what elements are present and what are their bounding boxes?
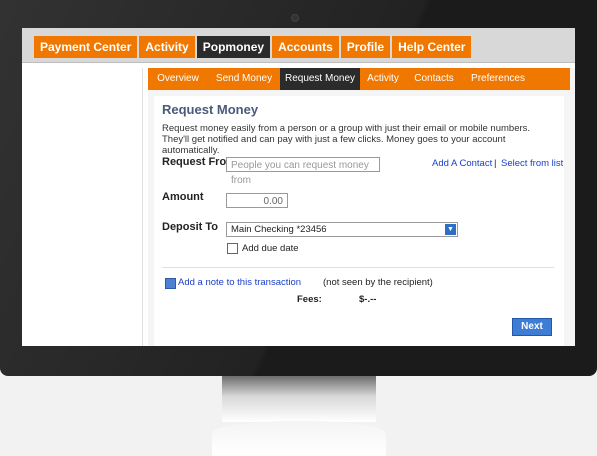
top-nav-accounts[interactable]: Accounts xyxy=(272,36,339,58)
top-nav-profile[interactable]: Profile xyxy=(340,36,391,58)
divider xyxy=(162,267,554,268)
top-nav-payment-center[interactable]: Payment Center xyxy=(34,36,138,58)
deposit-to-value: Main Checking *23456 xyxy=(231,224,327,235)
request-money-panel: Request Money Request money easily from … xyxy=(154,96,564,346)
sub-nav-overview[interactable]: Overview xyxy=(148,68,208,90)
main-content: Overview Send Money Request Money Activi… xyxy=(148,68,575,346)
due-date-checkbox[interactable] xyxy=(227,243,238,254)
deposit-to-select[interactable]: Main Checking *23456 ▼ xyxy=(226,222,458,237)
chevron-down-icon: ▼ xyxy=(445,224,456,235)
top-navigation: Payment Center Activity Popmoney Account… xyxy=(22,28,575,63)
due-date-label: Add due date xyxy=(242,243,299,254)
monitor-stand-neck xyxy=(222,376,376,422)
screen: Payment Center Activity Popmoney Account… xyxy=(22,28,575,346)
select-from-list-link[interactable]: Select from list xyxy=(501,158,563,169)
amount-input[interactable]: 0.00 xyxy=(226,193,288,208)
description: Request money easily from a person or a … xyxy=(162,123,531,156)
link-separator: | xyxy=(494,158,497,169)
fees-value: $-.-- xyxy=(359,294,377,305)
fees-label: Fees: xyxy=(297,294,322,305)
request-from-label: Request From xyxy=(162,156,236,168)
top-nav-activity[interactable]: Activity xyxy=(139,36,195,58)
deposit-to-label: Deposit To xyxy=(162,221,219,233)
amount-label: Amount xyxy=(162,191,204,203)
monitor-frame: Payment Center Activity Popmoney Account… xyxy=(0,0,597,376)
request-from-input[interactable]: People you can request money from xyxy=(226,157,380,186)
page-title: Request Money xyxy=(162,102,259,117)
sub-nav-preferences[interactable]: Preferences xyxy=(462,68,534,90)
add-contact-link[interactable]: Add A Contact xyxy=(432,158,492,169)
camera-icon xyxy=(291,14,299,22)
add-note-link[interactable]: Add a note to this transaction xyxy=(178,277,301,288)
sub-navigation: Overview Send Money Request Money Activi… xyxy=(148,68,570,90)
sub-nav-request-money[interactable]: Request Money xyxy=(280,68,360,90)
left-sidebar xyxy=(34,68,143,346)
sub-nav-contacts[interactable]: Contacts xyxy=(406,68,462,90)
note-icon xyxy=(165,278,176,289)
next-button[interactable]: Next xyxy=(512,318,552,336)
sub-nav-activity[interactable]: Activity xyxy=(360,68,406,90)
top-nav-popmoney[interactable]: Popmoney xyxy=(196,36,271,58)
add-note-hint: (not seen by the recipient) xyxy=(323,277,433,288)
sub-nav-send-money[interactable]: Send Money xyxy=(208,68,280,90)
monitor-stand-base xyxy=(212,421,386,456)
top-nav-help-center[interactable]: Help Center xyxy=(392,36,472,58)
